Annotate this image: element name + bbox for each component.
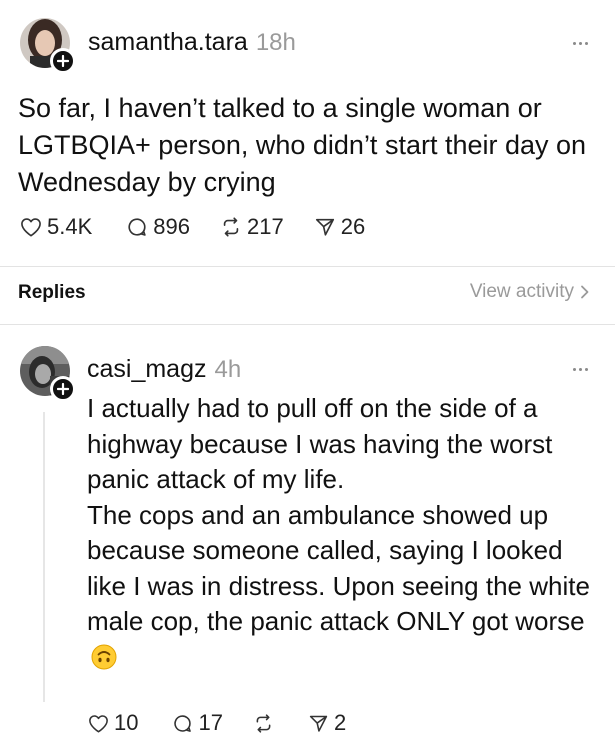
post-like-count: 5.4K xyxy=(47,214,93,239)
reply-like-button[interactable]: 10 xyxy=(88,710,138,736)
chevron-right-icon xyxy=(581,285,589,299)
post-username[interactable]: samantha.tara xyxy=(88,28,248,57)
reply-time: 4h xyxy=(214,356,242,383)
comment-icon xyxy=(128,218,146,236)
reply-share-button[interactable]: 2 xyxy=(308,710,346,736)
post-share-button[interactable]: 26 xyxy=(314,214,365,240)
share-icon xyxy=(309,715,328,732)
post-body: So far, I haven’t talked to a single wom… xyxy=(18,93,587,197)
reply-paragraph-2-text: The cops and an ambulance showed up beca… xyxy=(87,499,590,637)
reply-comment-button[interactable]: 17 xyxy=(172,710,223,736)
replies-divider xyxy=(0,324,615,325)
reply-repost-button[interactable] xyxy=(253,713,274,734)
post-divider xyxy=(0,266,615,267)
reply-paragraph-2: The cops and an ambulance showed up beca… xyxy=(87,498,607,676)
post-comment-count: 896 xyxy=(153,214,190,239)
follow-plus-icon[interactable] xyxy=(50,376,76,402)
post-like-button[interactable]: 5.4K xyxy=(20,214,92,240)
post-header: samantha.tara 18h xyxy=(88,28,296,57)
follow-plus-icon[interactable] xyxy=(50,48,76,74)
repost-icon xyxy=(223,217,239,237)
reply-avatar[interactable] xyxy=(20,346,76,402)
post-text: So far, I haven’t talked to a single wom… xyxy=(18,90,608,201)
view-activity-link[interactable]: View activity xyxy=(470,281,589,303)
repost-icon xyxy=(256,713,271,733)
post-avatar[interactable] xyxy=(20,18,76,74)
post-stats: 5.4K 896 217 26 xyxy=(20,214,365,240)
reply-comment-count: 17 xyxy=(198,710,223,735)
post-more-icon[interactable] xyxy=(573,42,588,45)
heart-icon xyxy=(21,218,41,237)
reply-text: I actually had to pull off on the side o… xyxy=(87,391,607,675)
share-icon xyxy=(315,218,334,236)
reply-share-count: 2 xyxy=(333,710,347,735)
reply-more-icon[interactable] xyxy=(573,368,588,371)
heart-icon xyxy=(89,714,108,732)
post-time: 18h xyxy=(255,29,296,56)
reply-paragraph-1: I actually had to pull off on the side o… xyxy=(87,393,553,494)
reply-like-count: 10 xyxy=(114,710,139,735)
reply-username[interactable]: casi_magz xyxy=(87,355,207,384)
reply-stats: 10 17 2 xyxy=(88,710,346,736)
post-repost-button[interactable]: 217 xyxy=(220,214,284,240)
view-activity-label: View activity xyxy=(469,281,574,302)
replies-label: Replies xyxy=(18,282,86,303)
comment-icon xyxy=(174,714,192,732)
post-comment-button[interactable]: 896 xyxy=(126,214,190,240)
post-share-count: 26 xyxy=(340,214,366,239)
thread-line xyxy=(43,412,45,702)
reply-header: casi_magz 4h xyxy=(87,355,241,384)
upside-down-face-emoji xyxy=(91,644,117,669)
post-repost-count: 217 xyxy=(246,214,284,239)
